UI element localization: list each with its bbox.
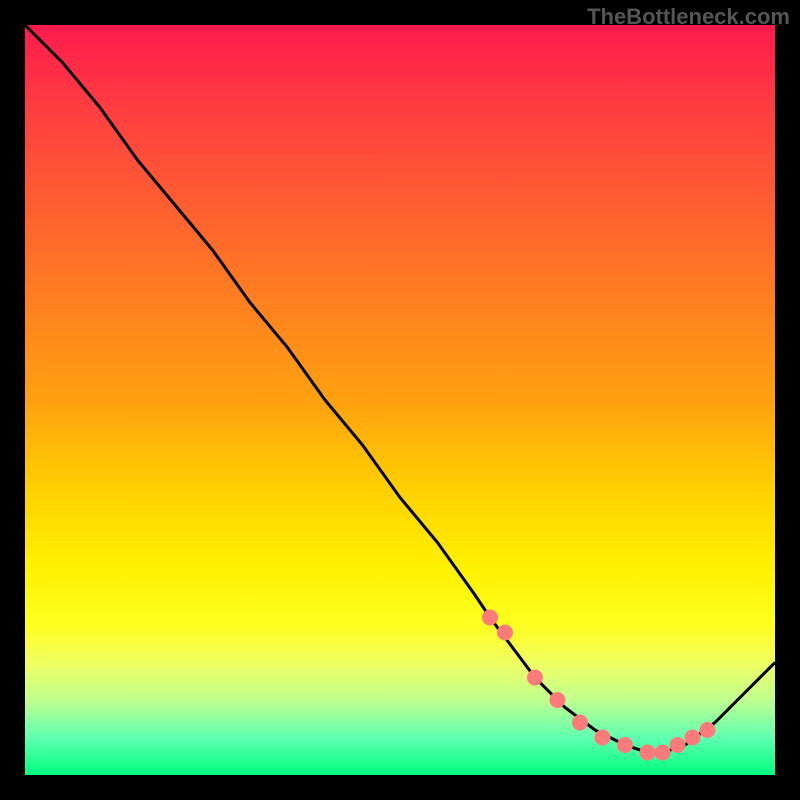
chart-gradient-background [25,25,775,775]
attribution-text: TheBottleneck.com [587,4,790,30]
